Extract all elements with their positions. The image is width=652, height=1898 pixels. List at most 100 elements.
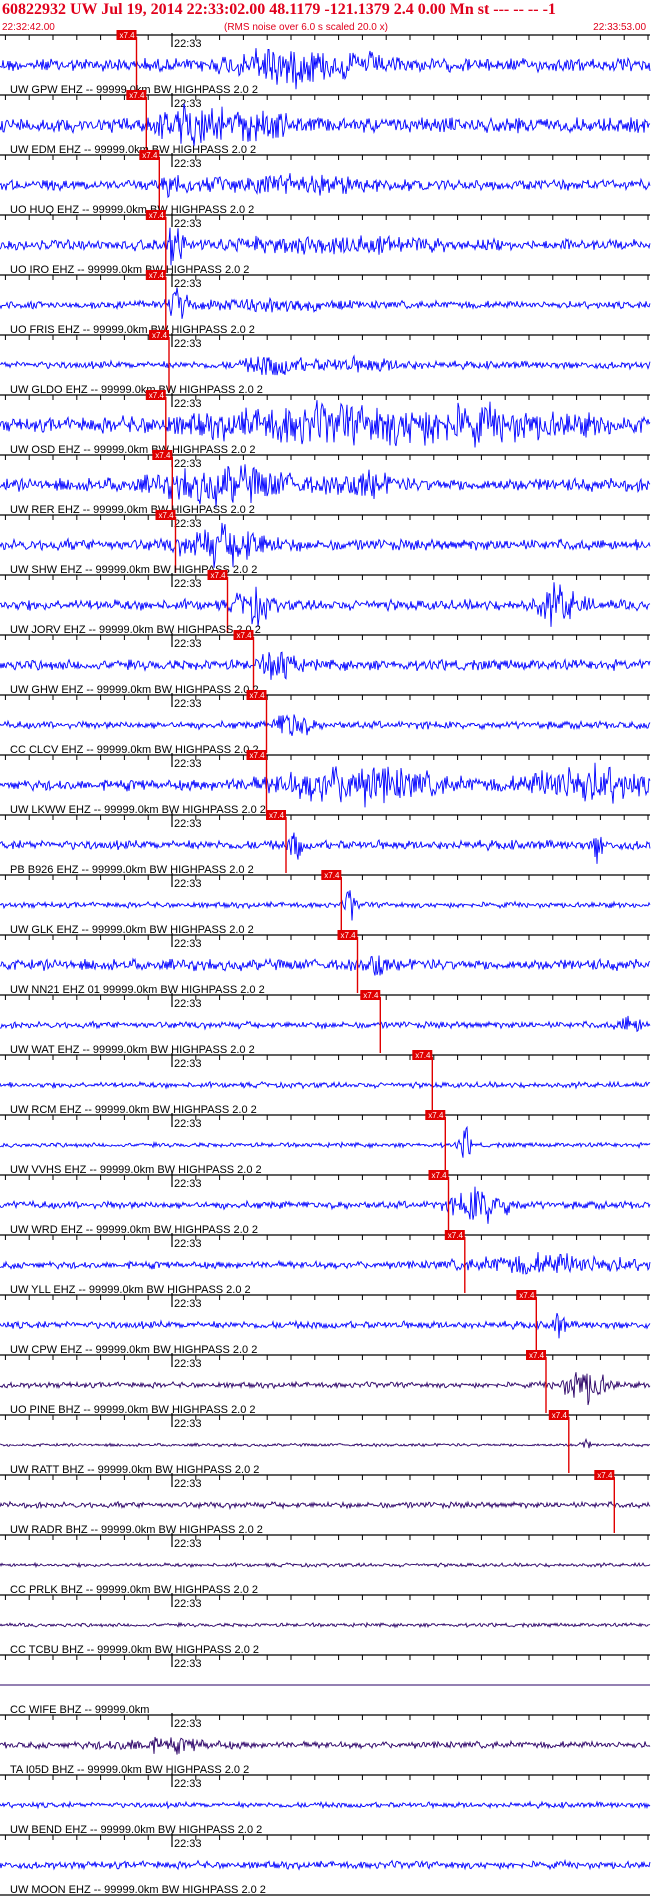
channel-label: UO IRO EHZ -- 99999.0km BW HIGHPASS 2.0 …	[10, 264, 249, 276]
minute-tick-label: 22:33	[174, 1238, 202, 1250]
waveform-trace	[0, 464, 651, 508]
minute-tick-label: 22:33	[174, 158, 202, 170]
waveform-trace	[0, 1372, 651, 1406]
waveform-trace	[0, 173, 651, 199]
channel-label: CC PRLK BHZ -- 99999.0km BW HIGHPASS 2.0…	[10, 1584, 258, 1596]
seismogram-plot: 22:33x7.4UW GPW EHZ -- 99999.0km BW HIGH…	[0, 30, 651, 1896]
minute-tick-label: 22:33	[174, 458, 202, 470]
phase-pick-label: x7.4	[250, 751, 266, 760]
minute-tick-label: 22:33	[174, 1658, 202, 1670]
waveform-trace	[0, 714, 651, 737]
waveform-trace	[0, 1312, 651, 1339]
minute-tick-label: 22:33	[174, 38, 202, 50]
minute-tick-label: 22:33	[174, 638, 202, 650]
minute-tick-label: 22:33	[174, 338, 202, 350]
phase-pick-label: x7.4	[149, 211, 165, 220]
minute-tick-label: 22:33	[174, 1298, 202, 1310]
phase-pick-label: x7.4	[529, 1351, 545, 1360]
phase-pick-label: x7.4	[149, 271, 165, 280]
waveform-trace	[0, 1437, 650, 1449]
minute-tick-label: 22:33	[174, 998, 202, 1010]
waveform-trace	[0, 287, 651, 319]
channel-label: UW YLL EHZ -- 99999.0km BW HIGHPASS 2.0 …	[10, 1284, 251, 1296]
waveform-trace	[0, 832, 651, 864]
phase-pick-label: x7.4	[341, 931, 357, 940]
channel-label: CC WIFE BHZ -- 99999.0km	[10, 1704, 149, 1716]
channel-label: CC CLCV EHZ -- 99999.0km BW HIGHPASS 2.0…	[10, 744, 259, 756]
waveform-trace	[0, 955, 651, 976]
phase-pick-label: x7.4	[237, 631, 253, 640]
minute-tick-label: 22:33	[174, 1178, 202, 1190]
waveform-trace	[0, 400, 651, 448]
channel-label: CC TCBU BHZ -- 99999.0km BW HIGHPASS 2.0…	[10, 1644, 259, 1656]
minute-tick-label: 22:33	[174, 98, 202, 110]
channel-label: UW MOON EHZ -- 99999.0km BW HIGHPASS 2.0…	[10, 1884, 266, 1896]
phase-pick-label: x7.4	[269, 811, 285, 820]
waveform-trace	[0, 1800, 651, 1810]
channel-label: UW RER EHZ -- 99999.0km BW HIGHPASS 2.0 …	[10, 504, 255, 516]
phase-pick-label: x7.4	[363, 991, 379, 1000]
phase-pick-label: x7.4	[519, 1291, 535, 1300]
waveform-trace	[0, 1125, 651, 1158]
phase-pick-label: x7.4	[415, 1051, 431, 1060]
phase-pick-label: x7.4	[152, 331, 168, 340]
channel-label: UO FRIS EHZ -- 99999.0km BW HIGHPASS 2.0…	[10, 324, 255, 336]
channel-label: PB B926 EHZ -- 99999.0km BW HIGHPASS 2.0…	[10, 864, 254, 876]
channel-label: UW CPW EHZ -- 99999.0km BW HIGHPASS 2.0 …	[10, 1344, 257, 1356]
waveform-trace	[0, 1080, 651, 1090]
channel-label: UW VVHS EHZ -- 99999.0km BW HIGHPASS 2.0…	[10, 1164, 262, 1176]
minute-tick-label: 22:33	[174, 518, 202, 530]
waveform-trace	[0, 1015, 651, 1033]
channel-label: UW LKWW EHZ -- 99999.0km BW HIGHPASS 2.0…	[10, 804, 266, 816]
minute-tick-label: 22:33	[174, 1058, 202, 1070]
waveform-trace	[0, 103, 651, 147]
waveform-trace	[0, 1252, 651, 1275]
waveform-trace	[0, 1858, 651, 1871]
channel-label: TA I05D BHZ -- 99999.0km BW HIGHPASS 2.0…	[10, 1764, 249, 1776]
channel-label: UW GHW EHZ -- 99999.0km BW HIGHPASS 2.0 …	[10, 684, 259, 696]
channel-label: UW EDM EHZ -- 99999.0km BW HIGHPASS 2.0 …	[10, 144, 256, 156]
phase-pick-label: x7.4	[432, 1171, 448, 1180]
minute-tick-label: 22:33	[174, 818, 202, 830]
minute-tick-label: 22:33	[174, 1778, 202, 1790]
channel-label: UW BEND EHZ -- 99999.0km BW HIGHPASS 2.0…	[10, 1824, 262, 1836]
phase-pick-label: x7.4	[428, 1111, 444, 1120]
phase-pick-label: x7.4	[149, 391, 165, 400]
minute-tick-label: 22:33	[174, 1418, 202, 1430]
waveform-trace	[0, 522, 651, 568]
waveform-trace	[0, 1621, 651, 1629]
waveform-trace	[0, 1186, 651, 1224]
channel-label: UW NN21 EHZ 01 99999.0km BW HIGHPASS 2.0…	[10, 984, 265, 996]
phase-pick-label: x7.4	[211, 571, 227, 580]
waveform-trace	[0, 1500, 651, 1511]
phase-pick-label: x7.4	[142, 151, 158, 160]
minute-tick-label: 22:33	[174, 578, 202, 590]
waveform-trace	[0, 1561, 651, 1569]
minute-tick-label: 22:33	[174, 1538, 202, 1550]
phase-pick-label: x7.4	[120, 31, 136, 40]
phase-pick-label: x7.4	[250, 691, 266, 700]
minute-tick-label: 22:33	[174, 698, 202, 710]
minute-tick-label: 22:33	[174, 1838, 202, 1850]
waveform-trace	[0, 582, 651, 627]
minute-tick-label: 22:33	[174, 278, 202, 290]
channel-label: UW OSD EHZ -- 99999.0km BW HIGHPASS 2.0 …	[10, 444, 256, 456]
phase-pick-label: x7.4	[448, 1231, 464, 1240]
waveform-trace	[0, 762, 651, 808]
channel-label: UO HUQ EHZ -- 99999.0km BW HIGHPASS 2.0 …	[10, 204, 254, 216]
minute-tick-label: 22:33	[174, 878, 202, 890]
waveform-trace	[0, 227, 651, 266]
waveform-trace	[0, 651, 651, 680]
minute-tick-label: 22:33	[174, 1478, 202, 1490]
channel-label: UW RATT BHZ -- 99999.0km BW HIGHPASS 2.0…	[10, 1464, 259, 1476]
phase-pick-label: x7.4	[159, 511, 175, 520]
waveform-trace	[0, 354, 651, 376]
minute-tick-label: 22:33	[174, 1358, 202, 1370]
minute-tick-label: 22:33	[174, 1598, 202, 1610]
channel-label: UW RADR BHZ -- 99999.0km BW HIGHPASS 2.0…	[10, 1524, 263, 1536]
minute-tick-label: 22:33	[174, 1718, 202, 1730]
minute-tick-label: 22:33	[174, 758, 202, 770]
channel-label: UW RCM EHZ -- 99999.0km BW HIGHPASS 2.0 …	[10, 1104, 257, 1116]
channel-label: UW GLK EHZ -- 99999.0km BW HIGHPASS 2.0 …	[10, 924, 254, 936]
waveform-trace	[0, 890, 651, 921]
